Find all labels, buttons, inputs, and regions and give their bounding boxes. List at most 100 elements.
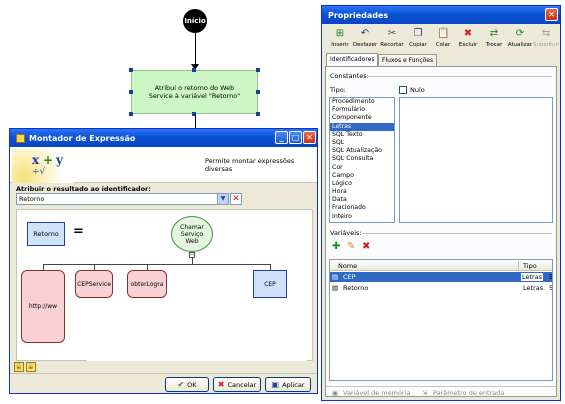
column-header-nome[interactable]: Nome	[338, 262, 357, 270]
variaveis-label: Variáveis:	[330, 229, 362, 237]
parameter-node-url[interactable]: http://ww	[21, 270, 65, 343]
swap-button[interactable]: ⇄ Trocar	[481, 28, 507, 48]
call-webservice-node[interactable]: Chamar Serviço Web	[171, 216, 213, 252]
properties-title: Propriedades	[328, 10, 389, 20]
chevron-down-icon[interactable]: ▼	[217, 194, 228, 204]
insert-icon: ⊞	[335, 28, 345, 39]
app-icon	[16, 133, 25, 143]
insert-button[interactable]: ⊞ Inserir	[327, 28, 353, 48]
copy-button[interactable]: ❐ Copiar	[405, 28, 431, 48]
tipo-item[interactable]: Data	[330, 196, 394, 204]
variable-type: Letras	[523, 284, 544, 292]
paste-button[interactable]: 📋 Colar	[430, 28, 456, 48]
parameter-node-service[interactable]: CEPService	[75, 270, 113, 298]
tab-fluxos-funcoes[interactable]: Fluxos e Funções	[378, 54, 438, 66]
cancel-label: Cancelar	[227, 380, 257, 389]
refresh-icon: ⟳	[515, 28, 525, 39]
scissors-icon: ✂	[387, 28, 397, 39]
column-header-tipo[interactable]: Tipo	[523, 262, 537, 270]
tipo-item[interactable]: SQL Atualização	[330, 147, 394, 155]
check-icon: ✔	[177, 380, 185, 389]
tipo-item[interactable]: Cor	[330, 164, 394, 172]
replace-button[interactable]: ⇆ Substituir	[533, 28, 559, 48]
table-row[interactable]: ▤ Retorno Letras 5	[330, 283, 552, 293]
cancel-button[interactable]: ✖ Cancelar	[213, 377, 261, 392]
formula-logo-plus-icon: +	[43, 153, 54, 167]
properties-titlebar[interactable]: Propriedades	[322, 6, 560, 24]
selection-handle[interactable]	[129, 90, 133, 94]
properties-window: Propriedades ✕ ⊞ Inserir ↶ Desfazer ✂ Recor…	[321, 5, 561, 401]
input-parameter-icon: ⇲	[422, 389, 428, 397]
variable-size: 5	[549, 273, 553, 281]
column-separator[interactable]	[518, 261, 519, 270]
tipo-item[interactable]: Fracionado	[330, 204, 394, 212]
tipo-item[interactable]: Componente	[330, 114, 394, 122]
maximize-button[interactable]: □	[289, 131, 302, 144]
tipo-listbox[interactable]: Procedimento Formulário Componente Letra…	[329, 97, 395, 223]
selection-handle[interactable]	[256, 90, 260, 94]
properties-close-button[interactable]: ✕	[545, 8, 558, 21]
unlock-icon[interactable]: 🔓	[26, 362, 36, 372]
assign-combobox[interactable]: Retorno ▼	[16, 193, 229, 205]
constantes-label: Constantes:	[330, 72, 369, 80]
formula-logo-y-icon: y	[56, 153, 63, 167]
constant-value-textarea[interactable]	[399, 97, 553, 223]
header-banner: x + y ÷√ Permite montar expressões diver…	[10, 147, 317, 183]
lock-icon[interactable]: 🔒	[14, 362, 24, 372]
start-node[interactable]: Início	[183, 9, 207, 33]
divider	[362, 233, 552, 234]
ok-button[interactable]: ✔ OK	[165, 377, 209, 392]
cut-button[interactable]: ✂ Recortar	[379, 28, 405, 48]
tipo-item[interactable]: Formulário	[330, 106, 394, 114]
tipo-item[interactable]: Inteiro	[330, 213, 394, 221]
undo-button[interactable]: ↶ Desfazer	[352, 28, 378, 48]
toolbar-label: Trocar	[485, 42, 503, 48]
tipo-item[interactable]: SQL Consulta	[330, 155, 394, 163]
text-variable-icon: ▤	[332, 273, 339, 281]
refresh-button[interactable]: ⟳ Atualizar	[507, 28, 533, 48]
delete-variable-icon[interactable]: ✖	[362, 241, 370, 252]
copy-icon: ❐	[413, 28, 423, 39]
tipo-item[interactable]: SQL	[330, 139, 394, 147]
target-variable-box[interactable]: Retorno	[27, 222, 65, 246]
ok-label: OK	[187, 380, 197, 389]
table-row-selected[interactable]: ▤ CEP Letras 5	[330, 272, 553, 282]
parameter-node-label: obterLogra	[130, 280, 164, 288]
toolbar-label: Substituir	[533, 42, 560, 48]
tipo-item[interactable]: SQL Texto	[330, 131, 394, 139]
toolbar-label: Inserir	[331, 42, 349, 48]
selection-handle[interactable]	[256, 112, 260, 116]
variables-table: Nome Tipo ▤ CEP Letras 5 ▤ Retorno Letra…	[329, 259, 553, 381]
selection-handle[interactable]	[256, 68, 260, 72]
expression-builder-titlebar[interactable]: Montador de Expressão	[10, 129, 317, 147]
selection-handle[interactable]	[129, 112, 133, 116]
selection-handle[interactable]	[192, 68, 196, 72]
toolbar-label: Desfazer	[352, 42, 378, 48]
cancel-x-icon: ✖	[217, 380, 225, 389]
nulo-checkbox[interactable]	[399, 86, 407, 94]
divider	[368, 76, 552, 77]
action-node[interactable]: Atribui o retorno do Web Service à variá…	[131, 70, 258, 114]
variable-name: CEP	[343, 273, 356, 281]
parameter-node-cep[interactable]: CEP	[253, 270, 287, 298]
tab-identificadores[interactable]: Identificadores	[326, 53, 379, 66]
close-button[interactable]: ✕	[303, 131, 316, 144]
delete-button[interactable]: ✖ Excluir	[455, 28, 481, 48]
minimize-button[interactable]: _	[275, 131, 288, 144]
target-variable-label: Retorno	[33, 230, 59, 238]
formula-logo-fraction-icon: ÷√	[32, 167, 46, 177]
selection-handle[interactable]	[129, 68, 133, 72]
formula-logo: x + y ÷√	[12, 149, 74, 183]
tipo-item[interactable]: Campo	[330, 172, 394, 180]
edit-variable-icon[interactable]: ✎	[347, 241, 355, 252]
parameter-node-method[interactable]: obterLogra	[127, 270, 167, 298]
clear-assign-button[interactable]: ✕	[230, 193, 242, 205]
tipo-item[interactable]: Hora	[330, 188, 394, 196]
add-variable-icon[interactable]: ✚	[332, 241, 340, 252]
tipo-item[interactable]: Procedimento	[330, 98, 394, 106]
tipo-item[interactable]: Lógico	[330, 180, 394, 188]
apply-button[interactable]: ▣ Aplicar	[265, 377, 311, 392]
action-node-text: Atribui o retorno do Web Service à variá…	[148, 84, 241, 100]
parameter-node-label: CEP	[264, 280, 276, 288]
tipo-item-selected[interactable]: Letras	[330, 122, 394, 131]
